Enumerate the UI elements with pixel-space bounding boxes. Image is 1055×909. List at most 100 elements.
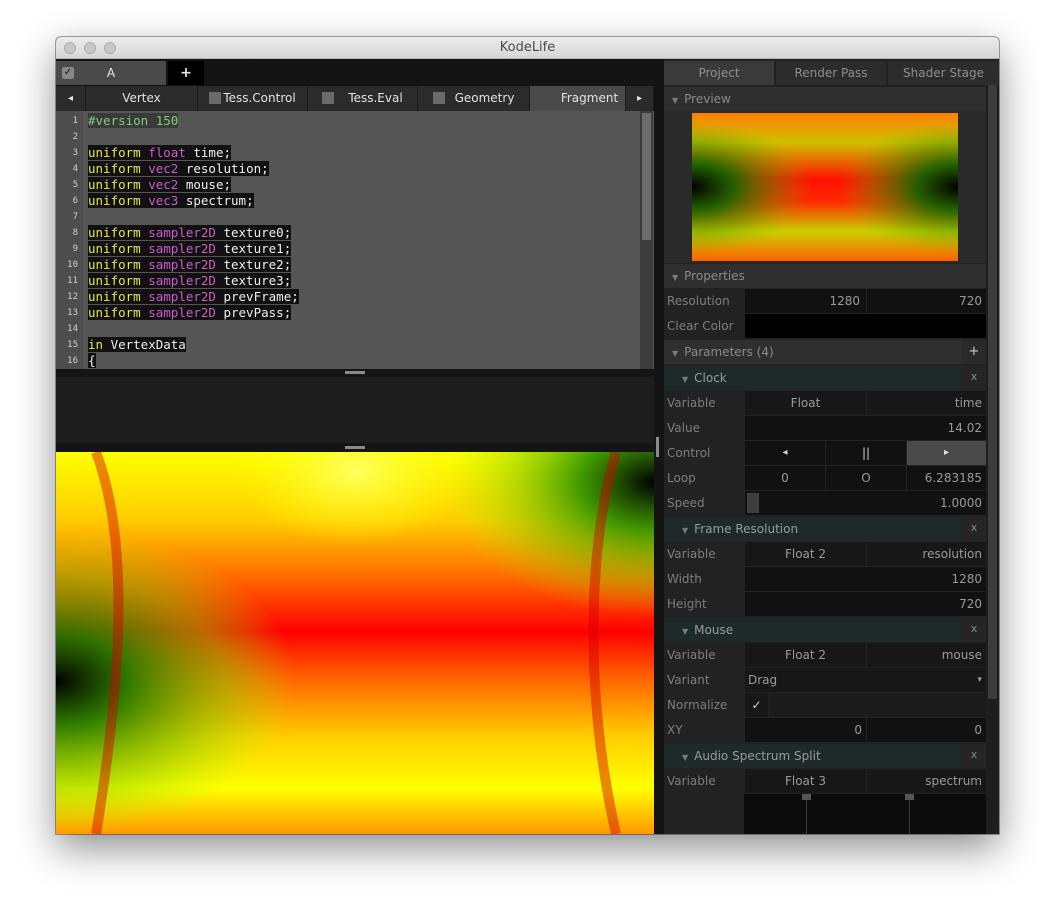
shader-render (56, 452, 654, 834)
loop-start-field[interactable]: 0 (744, 466, 825, 490)
splitter-handle[interactable] (345, 371, 365, 374)
code-token: uniform (88, 225, 149, 240)
add-parameter-button[interactable]: + (962, 340, 986, 364)
code-token: texture0; (223, 225, 292, 240)
audio-spectrum-param-header[interactable]: ▼ Audio Spectrum Split (664, 744, 962, 768)
height-label: Height (667, 597, 707, 611)
tab-project[interactable]: Project (664, 61, 774, 85)
loop-toggle[interactable]: O (825, 466, 906, 490)
tab-render-pass[interactable]: Render Pass (776, 61, 886, 85)
splitter-handle[interactable] (345, 446, 365, 449)
loop-end-field[interactable]: 6.283185 (906, 466, 986, 490)
clear-color-swatch[interactable] (744, 314, 986, 338)
variant-dropdown[interactable]: Drag ▾ (744, 668, 986, 692)
inspector-scrollbar[interactable] (986, 85, 999, 834)
chevron-down-icon: ▾ (977, 675, 982, 685)
splitter-handle[interactable] (656, 437, 659, 457)
clock-control-row: Control ◂ || ▸ (664, 441, 986, 465)
code-line[interactable]: in VertexData (88, 337, 186, 353)
code-line[interactable]: uniform sampler2D texture3; (88, 273, 292, 289)
remove-audio-spectrum-button[interactable]: x (962, 744, 986, 768)
code-line[interactable]: uniform sampler2D texture0; (88, 225, 292, 241)
checkbox-icon[interactable] (432, 92, 445, 104)
code-line[interactable]: uniform vec2 mouse; (88, 177, 232, 193)
tab-vertex[interactable]: Vertex (86, 86, 198, 111)
properties-section-header[interactable]: ▼ Properties (664, 264, 986, 288)
triangle-down-icon: ▼ (682, 526, 689, 535)
variable-name-field[interactable]: resolution (866, 542, 986, 566)
variable-type-field[interactable]: Float 3 (744, 769, 866, 793)
code-line[interactable]: uniform float time; (88, 145, 232, 161)
mouse-param-header[interactable]: ▼ Mouse (664, 618, 962, 642)
code-line[interactable]: uniform sampler2D prevPass; (88, 305, 292, 321)
preview-section-header[interactable]: ▼ Preview (664, 87, 986, 111)
clear-color-row: Clear Color (664, 314, 986, 338)
speed-slider[interactable]: 1.0000 (744, 491, 986, 515)
resolution-height-field[interactable]: 720 (866, 289, 986, 313)
code-line[interactable]: uniform sampler2D texture1; (88, 241, 292, 257)
tabs-prev-arrow[interactable]: ◂ (56, 86, 86, 111)
variable-name-field[interactable]: spectrum (866, 769, 986, 793)
spectrum-range[interactable] (744, 794, 986, 834)
split-handle-1[interactable] (802, 794, 811, 800)
remove-mouse-button[interactable]: x (962, 618, 986, 642)
tab-tess-eval[interactable]: Tess.Eval (308, 86, 418, 111)
tab-fragment[interactable]: Fragment (530, 86, 626, 111)
code-editor[interactable]: 1 #version 150 2 3 uniform float time; 4 unifo… (56, 111, 654, 369)
split-handle-2[interactable] (905, 794, 914, 800)
editor-console-splitter[interactable] (56, 369, 654, 377)
tab-shader-stage[interactable]: Shader Stage (888, 61, 999, 85)
variable-type-field[interactable]: Float 2 (744, 542, 866, 566)
code-line[interactable]: #version 150 (88, 113, 179, 129)
console-output-splitter[interactable] (56, 443, 654, 452)
code-line[interactable]: uniform vec2 resolution; (88, 161, 269, 177)
shader-output-view[interactable] (56, 452, 654, 834)
checkbox-icon[interactable] (209, 92, 222, 104)
pause-button[interactable]: || (825, 441, 906, 465)
tab-tess-control[interactable]: Tess.Control (198, 86, 308, 111)
variable-type-field[interactable]: Float 2 (744, 643, 866, 667)
add-tab-button[interactable]: + (168, 61, 204, 85)
rewind-button[interactable]: ◂ (744, 441, 825, 465)
zoom-window-button[interactable] (104, 42, 116, 54)
triangle-down-icon: ▼ (682, 375, 689, 384)
editor-scroll-thumb[interactable] (642, 113, 651, 240)
code-token: texture3; (223, 273, 292, 288)
slider-grab[interactable] (747, 493, 759, 513)
file-tab-label: A (106, 66, 116, 80)
mouse-x-field[interactable]: 0 (744, 718, 866, 742)
value-field[interactable]: 14.02 (744, 416, 986, 440)
variable-name-field[interactable]: mouse (866, 643, 986, 667)
inspector-panel: Project Render Pass Shader Stage ▼ Previe… (664, 59, 999, 834)
code-line[interactable]: uniform vec3 spectrum; (88, 193, 254, 209)
play-button[interactable]: ▸ (906, 441, 986, 465)
checkbox-icon[interactable] (322, 92, 335, 104)
checkbox-icon[interactable]: ✓ (62, 67, 74, 79)
resolution-width-field[interactable]: 1280 (744, 289, 866, 313)
parameters-section-header[interactable]: ▼ Parameters (4) (664, 340, 962, 364)
mouse-y-field[interactable]: 0 (866, 718, 986, 742)
minimize-window-button[interactable] (84, 42, 96, 54)
tab-geometry[interactable]: Geometry (418, 86, 530, 111)
code-line[interactable]: uniform sampler2D texture2; (88, 257, 292, 273)
code-line[interactable]: { (88, 353, 96, 369)
tabs-next-arrow[interactable]: ▸ (626, 86, 654, 111)
speed-label: Speed (667, 496, 705, 510)
close-window-button[interactable] (64, 42, 76, 54)
remove-frame-resolution-button[interactable]: x (962, 517, 986, 541)
variable-name-field[interactable]: time (866, 391, 986, 415)
main-vertical-splitter[interactable] (654, 59, 664, 834)
spectrum-split-editor[interactable] (664, 794, 986, 834)
file-tab-a[interactable]: ✓ A (56, 61, 166, 85)
clock-param-header[interactable]: ▼ Clock (664, 366, 962, 390)
inspector-scroll-thumb[interactable] (988, 85, 997, 699)
code-line[interactable]: uniform sampler2D prevFrame; (88, 289, 299, 305)
line-number: 10 (67, 260, 78, 270)
variable-type-field[interactable]: Float (744, 391, 866, 415)
frame-resolution-param-header[interactable]: ▼ Frame Resolution (664, 517, 962, 541)
editor-scrollbar[interactable] (640, 111, 653, 369)
normalize-checkbox[interactable]: ✓ (744, 693, 768, 717)
remove-clock-button[interactable]: x (962, 366, 986, 390)
width-field[interactable]: 1280 (744, 567, 986, 591)
height-field[interactable]: 720 (744, 592, 986, 616)
